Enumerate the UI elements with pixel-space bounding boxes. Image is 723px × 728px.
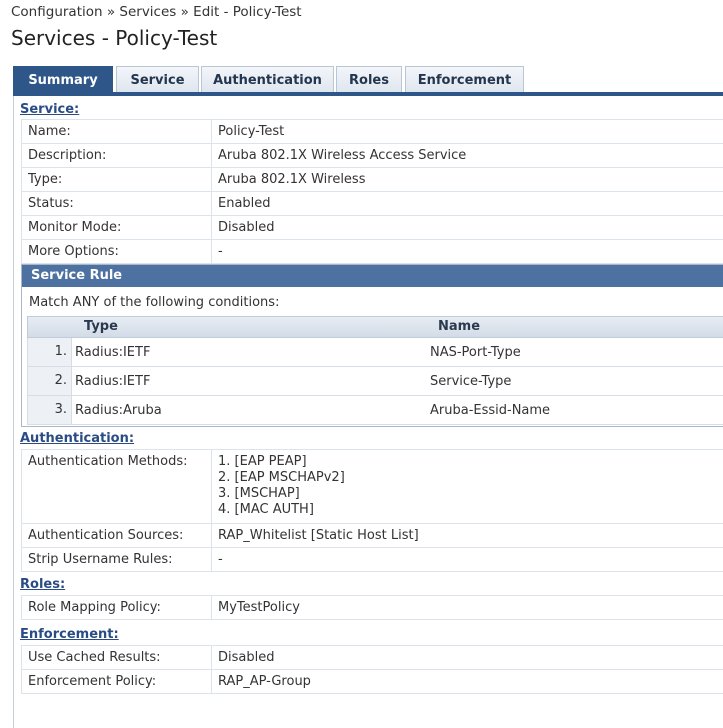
row-number: 1. bbox=[28, 338, 72, 366]
service-rule-table: Type Name 1. Radius:IETF NAS-Port-Type 2… bbox=[27, 316, 723, 425]
service-more-options-row: More Options: - bbox=[21, 240, 723, 264]
tab-service[interactable]: Service bbox=[116, 66, 199, 92]
table-header: Type Name bbox=[27, 316, 723, 338]
column-header-name: Name bbox=[438, 319, 481, 334]
row-value: Disabled bbox=[218, 650, 275, 665]
enforcement-details: Use Cached Results: Disabled Enforcement… bbox=[21, 645, 723, 694]
auth-method-item: 4. [MAC AUTH] bbox=[218, 502, 314, 517]
row-value: RAP_Whitelist [Static Host List] bbox=[218, 528, 419, 543]
authentication-sources-row: Authentication Sources: RAP_Whitelist [S… bbox=[21, 524, 723, 548]
roles-heading-link[interactable]: Roles: bbox=[20, 577, 65, 592]
row-value: - bbox=[218, 244, 223, 259]
row-number: 3. bbox=[28, 396, 72, 424]
enforcement-heading-link[interactable]: Enforcement: bbox=[20, 627, 119, 642]
rule-name-cell: NAS-Port-Type bbox=[430, 345, 521, 360]
tab-summary[interactable]: Summary bbox=[13, 66, 113, 92]
table-row: 1. Radius:IETF NAS-Port-Type bbox=[27, 338, 723, 367]
row-label: Monitor Mode: bbox=[28, 220, 122, 235]
service-rule-title: Service Rule bbox=[22, 265, 723, 287]
row-label: Description: bbox=[28, 148, 107, 163]
rule-name-cell: Aruba-Essid-Name bbox=[430, 403, 551, 418]
summary-panel: Service: Name: Policy-Test Description: … bbox=[13, 96, 723, 728]
row-label: Use Cached Results: bbox=[28, 650, 161, 665]
service-rule-match-text: Match ANY of the following conditions: bbox=[29, 295, 280, 310]
authentication-methods-row: Authentication Methods: 1. [EAP PEAP] 2.… bbox=[21, 450, 723, 524]
service-details: Name: Policy-Test Description: Aruba 802… bbox=[21, 119, 723, 264]
row-value: Aruba 802.1X Wireless bbox=[218, 172, 366, 187]
role-mapping-policy-row: Role Mapping Policy: MyTestPolicy bbox=[21, 596, 723, 620]
service-description-row: Description: Aruba 802.1X Wireless Acces… bbox=[21, 144, 723, 168]
rule-name-cell: Service-Type bbox=[430, 374, 512, 389]
row-value: Disabled bbox=[218, 220, 275, 235]
service-monitor-mode-row: Monitor Mode: Disabled bbox=[21, 216, 723, 240]
column-header-type: Type bbox=[84, 319, 118, 334]
auth-method-item: 3. [MSCHAP] bbox=[218, 486, 300, 501]
roles-details: Role Mapping Policy: MyTestPolicy bbox=[21, 595, 723, 620]
rule-type-cell: Radius:IETF bbox=[75, 374, 151, 389]
row-label: Type: bbox=[28, 172, 63, 187]
service-status-row: Status: Enabled bbox=[21, 192, 723, 216]
authentication-details: Authentication Methods: 1. [EAP PEAP] 2.… bbox=[21, 449, 723, 572]
strip-username-rules-row: Strip Username Rules: - bbox=[21, 548, 723, 572]
tab-authentication[interactable]: Authentication bbox=[201, 66, 334, 92]
authentication-heading-link[interactable]: Authentication: bbox=[20, 431, 134, 446]
rule-type-cell: Radius:Aruba bbox=[75, 403, 162, 418]
row-value: Aruba 802.1X Wireless Access Service bbox=[218, 148, 467, 163]
row-label: Role Mapping Policy: bbox=[28, 600, 161, 615]
row-label: More Options: bbox=[28, 244, 119, 259]
enforcement-policy-row: Enforcement Policy: RAP_AP-Group bbox=[21, 670, 723, 694]
row-label: Status: bbox=[28, 196, 74, 211]
row-value: MyTestPolicy bbox=[218, 600, 300, 615]
row-value: - bbox=[218, 552, 223, 567]
row-value: Enabled bbox=[218, 196, 271, 211]
row-label: Strip Username Rules: bbox=[28, 552, 173, 567]
service-rule-panel: Service Rule Match ANY of the following … bbox=[21, 264, 723, 427]
auth-method-item: 1. [EAP PEAP] bbox=[218, 454, 307, 469]
use-cached-results-row: Use Cached Results: Disabled bbox=[21, 646, 723, 670]
service-heading-link[interactable]: Service: bbox=[20, 102, 79, 117]
row-label: Enforcement Policy: bbox=[28, 674, 157, 689]
service-name-row: Name: Policy-Test bbox=[21, 120, 723, 144]
rule-type-cell: Radius:IETF bbox=[75, 345, 151, 360]
row-label: Authentication Methods: bbox=[28, 454, 188, 469]
row-label: Authentication Sources: bbox=[28, 528, 184, 543]
row-value: RAP_AP-Group bbox=[218, 674, 311, 689]
row-number: 2. bbox=[28, 367, 72, 395]
service-type-row: Type: Aruba 802.1X Wireless bbox=[21, 168, 723, 192]
table-row: 2. Radius:IETF Service-Type bbox=[27, 367, 723, 396]
breadcrumb: Configuration » Services » Edit - Policy… bbox=[11, 4, 302, 20]
page-title: Services - Policy-Test bbox=[11, 26, 218, 50]
tab-roles[interactable]: Roles bbox=[336, 66, 402, 92]
tab-enforcement[interactable]: Enforcement bbox=[405, 66, 524, 92]
row-label: Name: bbox=[28, 124, 71, 139]
table-row: 3. Radius:Aruba Aruba-Essid-Name bbox=[27, 396, 723, 425]
auth-method-item: 2. [EAP MSCHAPv2] bbox=[218, 470, 345, 485]
row-value: 1. [EAP PEAP] 2. [EAP MSCHAPv2] 3. [MSCH… bbox=[218, 454, 345, 518]
row-value: Policy-Test bbox=[218, 124, 285, 139]
